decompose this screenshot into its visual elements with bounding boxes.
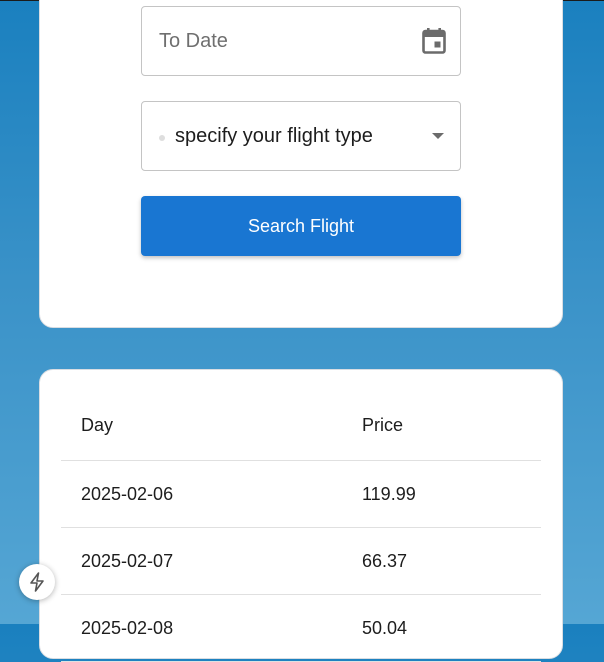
flight-type-placeholder: specify your flight type xyxy=(175,125,373,147)
table-row: 2025-02-08 50.04 xyxy=(61,595,541,662)
day-cell: 2025-02-06 xyxy=(81,484,174,504)
table-header-row: Day Price xyxy=(61,390,541,461)
price-column-header: Price xyxy=(362,415,404,435)
to-date-field[interactable]: To Date xyxy=(141,6,461,76)
day-cell: 2025-02-08 xyxy=(81,618,174,638)
chevron-down-icon[interactable] xyxy=(432,133,444,139)
search-flight-button[interactable]: Search Flight xyxy=(141,196,461,256)
devtools-button[interactable] xyxy=(19,564,55,600)
search-form-card: To Date specify your flight type Search … xyxy=(39,0,563,328)
lightning-bolt-icon xyxy=(30,572,44,592)
radio-dot-icon xyxy=(159,135,165,141)
calendar-icon[interactable] xyxy=(422,28,446,54)
table-row: 2025-02-07 66.37 xyxy=(61,528,541,595)
price-cell: 50.04 xyxy=(362,618,408,638)
to-date-placeholder: To Date xyxy=(159,30,228,52)
price-cell: 66.37 xyxy=(362,551,408,571)
price-table-card: Day Price 2025-02-06 119.99 2025-02-07 6… xyxy=(39,369,563,662)
flight-type-select[interactable]: specify your flight type xyxy=(141,101,461,171)
price-table: Day Price 2025-02-06 119.99 2025-02-07 6… xyxy=(61,390,541,662)
table-row: 2025-02-06 119.99 xyxy=(61,461,541,528)
day-cell: 2025-02-07 xyxy=(81,551,174,571)
day-column-header: Day xyxy=(81,415,114,435)
price-cell: 119.99 xyxy=(362,484,416,504)
